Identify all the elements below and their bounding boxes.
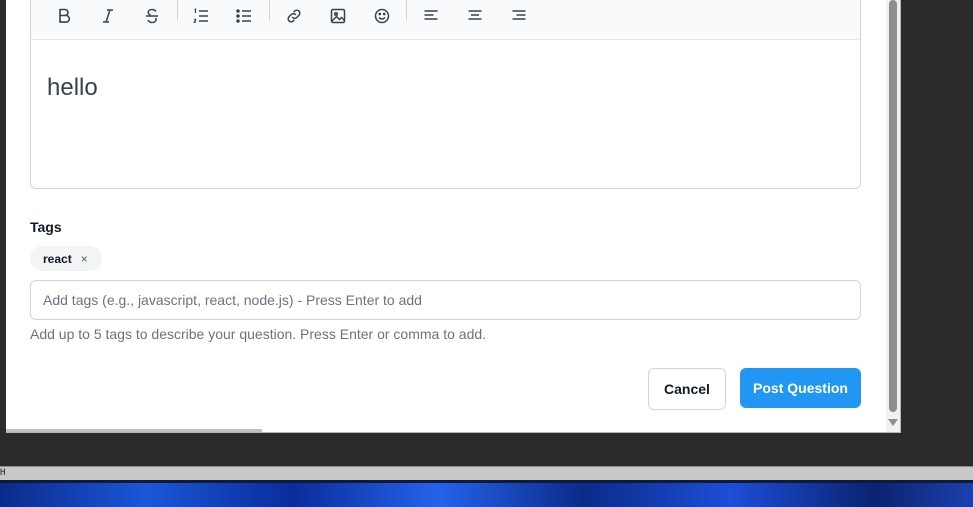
tags-help-text: Add up to 5 tags to describe your questi…: [30, 326, 487, 342]
strikethrough-icon[interactable]: [141, 5, 163, 27]
editor-toolbar: [30, 0, 861, 40]
align-center-icon[interactable]: [464, 5, 486, 27]
cancel-button[interactable]: Cancel: [648, 368, 726, 410]
ordered-list-icon[interactable]: [190, 5, 212, 27]
taskbar-text: H: [0, 468, 6, 478]
toolbar-divider: [177, 0, 178, 21]
image-icon[interactable]: [327, 5, 349, 27]
vertical-scrollbar[interactable]: [886, 0, 900, 432]
scrollbar-thumb[interactable]: [889, 0, 897, 412]
bold-icon[interactable]: [53, 5, 75, 27]
rich-text-editor[interactable]: hello: [30, 38, 861, 189]
desktop-wallpaper: [0, 480, 973, 507]
toolbar-divider: [406, 0, 407, 21]
align-left-icon[interactable]: [420, 5, 442, 27]
tag-input[interactable]: [30, 280, 861, 320]
post-question-button[interactable]: Post Question: [740, 368, 861, 408]
unordered-list-icon[interactable]: [233, 5, 255, 27]
tag-chip-label: react: [43, 251, 72, 266]
italic-icon[interactable]: [97, 5, 119, 27]
taskbar-strip: H: [0, 466, 973, 481]
horizontal-scrollbar[interactable]: [6, 429, 262, 432]
scroll-down-arrow-icon[interactable]: [888, 419, 898, 426]
tag-chip-react: react ×: [30, 246, 102, 271]
align-right-icon[interactable]: [508, 5, 530, 27]
toolbar-divider: [269, 0, 270, 21]
emoji-icon[interactable]: [371, 5, 393, 27]
link-icon[interactable]: [283, 5, 305, 27]
tags-label: Tags: [30, 219, 62, 235]
remove-tag-icon[interactable]: ×: [81, 252, 88, 266]
ask-question-modal: hello Tags react × Add up to 5 tags to d…: [6, 0, 901, 433]
editor-content[interactable]: hello: [47, 74, 98, 102]
